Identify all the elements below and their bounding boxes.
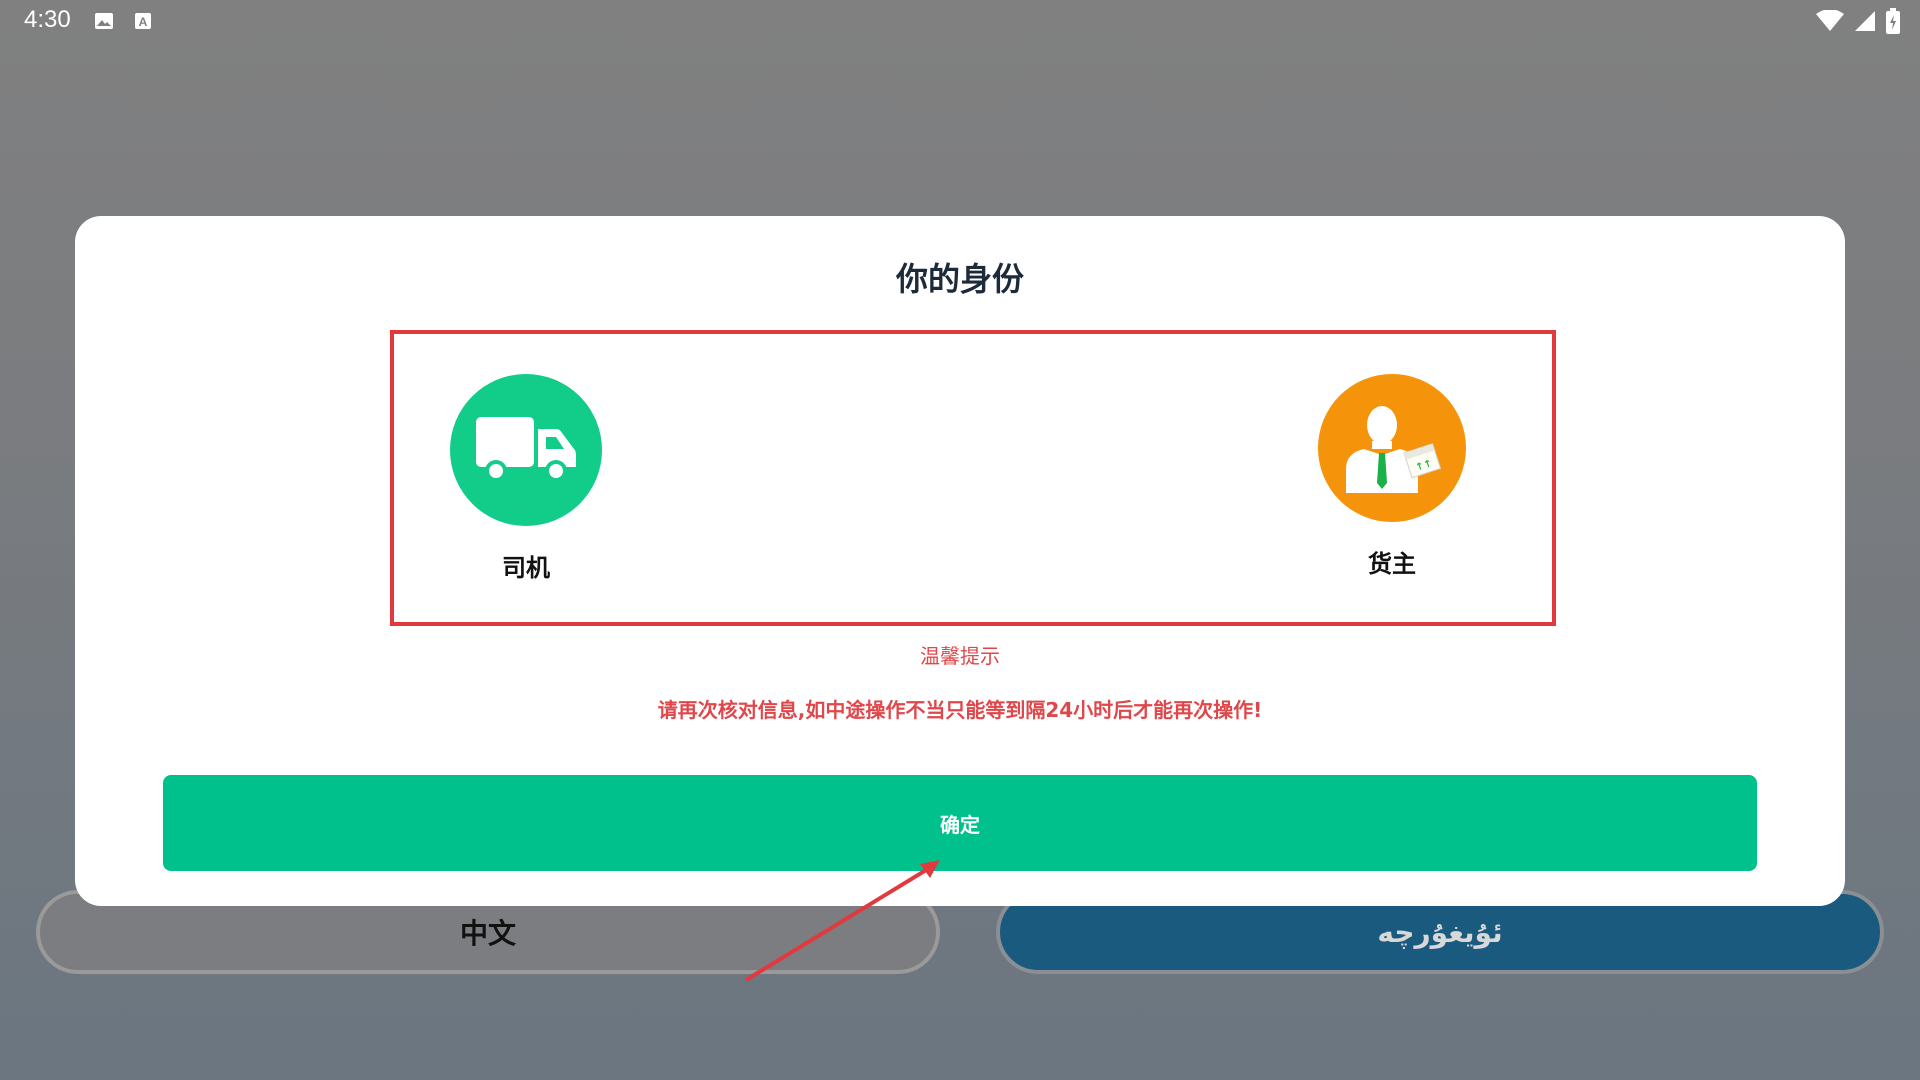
lang-chinese-label: 中文 (459, 917, 516, 950)
lang-uyghur-label: ئۇيغۇرچە (1377, 915, 1503, 949)
role-driver-option[interactable]: 司机 (446, 374, 606, 583)
signal-icon (1854, 10, 1876, 36)
role-selection-box: 司机 ↑↑ 货主 (390, 330, 1556, 626)
keyboard-a-icon: A (134, 12, 154, 30)
image-icon (94, 12, 114, 30)
tip-title: 温馨提示 (920, 644, 1000, 668)
truck-icon (450, 374, 602, 526)
status-time: 4:30 (24, 6, 71, 33)
identity-dialog: 你的身份 司机 ↑↑ 货主 温馨提示 请再次核对信息,如中途操作不当只能等到隔2… (75, 216, 1845, 906)
status-bar: 4:30 A (0, 0, 1920, 44)
tip-text: 请再次核对信息,如中途操作不当只能等到隔24小时后才能再次操作! (657, 698, 1263, 722)
confirm-button-label: 确定 (940, 812, 980, 837)
dialog-title: 你的身份 (895, 260, 1024, 298)
annotation-arrow-icon (744, 860, 940, 982)
battery-icon (1886, 8, 1900, 38)
role-driver-label: 司机 (502, 554, 550, 582)
wifi-icon (1816, 9, 1844, 36)
status-right-icons (1816, 8, 1900, 38)
shipper-person-icon: ↑↑ (1318, 374, 1466, 522)
confirm-button[interactable]: 确定 (163, 775, 1757, 871)
role-shipper-option[interactable]: ↑↑ 货主 (1312, 374, 1472, 579)
role-shipper-label: 货主 (1368, 550, 1416, 578)
svg-text:A: A (139, 15, 148, 29)
